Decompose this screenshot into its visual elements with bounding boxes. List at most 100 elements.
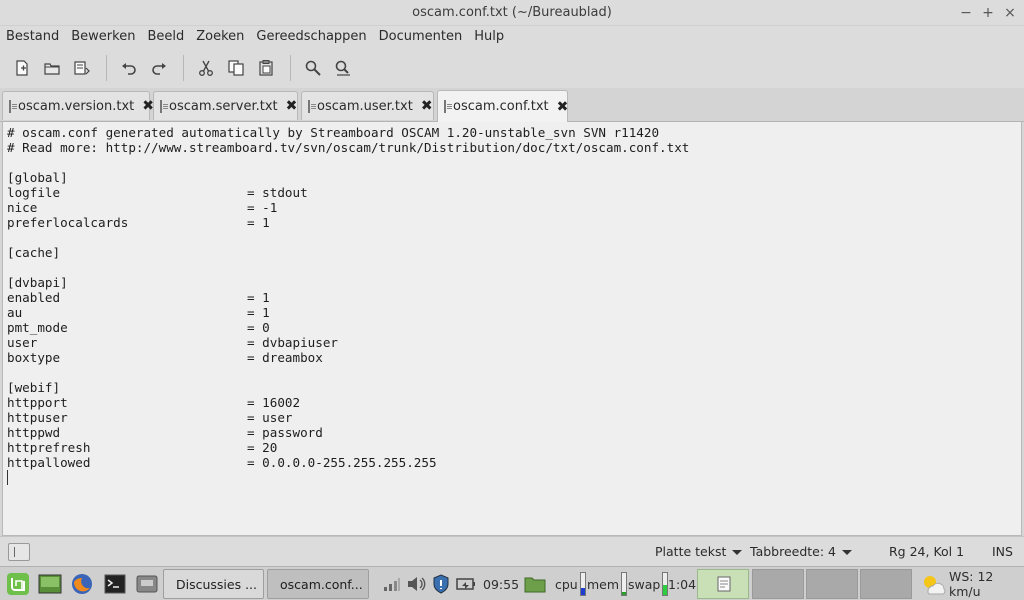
tab-label: oscam.conf.txt (453, 99, 549, 114)
config-value: = 1 (247, 290, 270, 305)
config-line: nice = -1 (7, 200, 1017, 215)
cpu-monitor[interactable]: cpu (555, 571, 588, 597)
toolbar-separator (183, 55, 184, 81)
tab-width-selector[interactable]: Tabbreedte: 4 (750, 544, 853, 559)
uptime[interactable]: 1:04 (668, 571, 696, 597)
cut-icon[interactable] (192, 54, 220, 82)
config-value: = 0 (247, 320, 270, 335)
mem-meter (621, 572, 628, 596)
config-line: enabled = 1 (7, 290, 1017, 305)
config-key: nice (7, 200, 38, 215)
section-header: [webif] (7, 380, 61, 395)
shield-icon[interactable] (432, 571, 450, 597)
cpu-meter (579, 572, 586, 596)
config-key: httprefresh (7, 440, 91, 455)
menu-bewerken[interactable]: Bewerken (71, 26, 135, 48)
mem-label: mem (587, 576, 620, 592)
config-key: enabled (7, 290, 61, 305)
window-title: oscam.conf.txt (~/Bureaublad) (412, 5, 612, 20)
menu-beeld[interactable]: Beeld (147, 26, 184, 48)
show-desktop-icon[interactable] (38, 571, 62, 597)
text-editor[interactable]: # oscam.conf generated automatically by … (2, 122, 1022, 536)
menu-gereedschappen[interactable]: Gereedschappen (256, 26, 366, 48)
tab-label: oscam.version.txt (18, 98, 135, 114)
battery-icon[interactable] (456, 571, 476, 597)
tab-oscam-user[interactable]: oscam.user.txt ✖ (301, 91, 434, 120)
syntax-selector[interactable]: Platte tekst (655, 544, 743, 559)
minimize-button[interactable]: − (956, 3, 976, 23)
window-titlebar[interactable]: oscam.conf.txt (~/Bureaublad) − + × (0, 0, 1024, 26)
menu-bestand[interactable]: Bestand (6, 26, 59, 48)
tab-oscam-conf[interactable]: oscam.conf.txt ✖ (437, 90, 568, 122)
empty-line (7, 155, 1017, 170)
workspace-1[interactable] (697, 569, 749, 599)
volume-icon[interactable] (407, 571, 427, 597)
new-document-icon[interactable] (8, 54, 36, 82)
save-icon[interactable] (68, 54, 96, 82)
config-value: = 0.0.0.0-255.255.255.255 (247, 455, 437, 470)
config-line: user = dvbapiuser (7, 335, 1017, 350)
status-bar: Platte tekst Tabbreedte: 4 Rg 24, Kol 1 … (0, 536, 1024, 566)
config-value: = 20 (247, 440, 278, 455)
files-launcher-icon[interactable] (136, 571, 158, 597)
insert-mode[interactable]: INS (992, 544, 1013, 559)
chevron-down-icon (842, 550, 853, 555)
cursor-position[interactable]: Rg 24, Kol 1 (889, 544, 964, 559)
menu-documenten[interactable]: Documenten (379, 26, 463, 48)
empty-line (7, 260, 1017, 275)
toolbar-separator (290, 55, 291, 81)
terminal-launcher-icon[interactable] (104, 571, 126, 597)
comment-line: # Read more: http://www.streamboard.tv/s… (7, 140, 690, 155)
config-line: httprefresh = 20 (7, 440, 1017, 455)
taskbar-task-firefox[interactable]: Discussies ... (163, 569, 264, 599)
open-icon[interactable] (38, 54, 66, 82)
text-file-icon (444, 100, 452, 113)
text-cursor (7, 470, 8, 485)
config-key: logfile (7, 185, 61, 200)
workspace-4[interactable] (860, 569, 912, 599)
config-key: httppwd (7, 425, 61, 440)
undo-icon[interactable] (115, 54, 143, 82)
config-key: au (7, 305, 23, 320)
workspace-2[interactable] (752, 569, 804, 599)
copy-icon[interactable] (222, 54, 250, 82)
tab-oscam-version[interactable]: oscam.version.txt ✖ (2, 91, 154, 120)
config-line: httpallowed = 0.0.0.0-255.255.255.255 (7, 455, 1017, 470)
toolbar (0, 48, 1024, 88)
paste-icon[interactable] (252, 54, 280, 82)
taskbar: Discussies ... oscam.conf... 09:55 cpu m… (0, 566, 1024, 600)
config-value: = 1 (247, 305, 270, 320)
tab-close-icon[interactable]: ✖ (278, 98, 298, 114)
firefox-launcher-icon[interactable] (70, 571, 94, 597)
find-replace-icon[interactable] (329, 54, 357, 82)
menu-zoeken[interactable]: Zoeken (196, 26, 244, 48)
redo-icon[interactable] (145, 54, 173, 82)
empty-line (7, 365, 1017, 380)
tab-close-icon[interactable]: ✖ (549, 99, 569, 115)
config-key: boxtype (7, 350, 61, 365)
find-icon[interactable] (299, 54, 327, 82)
config-key: pmt_mode (7, 320, 68, 335)
network-icon[interactable] (383, 571, 401, 597)
side-panel-toggle-icon[interactable] (8, 543, 30, 561)
menu-hulp[interactable]: Hulp (474, 26, 504, 48)
swap-monitor[interactable]: swap (628, 571, 670, 597)
tab-close-icon[interactable]: ✖ (413, 98, 433, 114)
mint-menu-icon[interactable] (6, 571, 30, 597)
memory-monitor[interactable]: mem (587, 571, 629, 597)
swap-label: swap (628, 576, 661, 592)
maximize-button[interactable]: + (978, 3, 998, 23)
config-value: = 16002 (247, 395, 301, 410)
weather-icon[interactable] (920, 571, 946, 597)
config-key: user (7, 335, 38, 350)
section-header: [global] (7, 170, 68, 185)
document-tabs: oscam.version.txt ✖ oscam.server.txt ✖ o… (0, 88, 1024, 122)
close-button[interactable]: × (1000, 3, 1020, 23)
tab-oscam-server[interactable]: oscam.server.txt ✖ (153, 91, 298, 120)
folder-icon[interactable] (524, 571, 546, 597)
clock[interactable]: 09:55 (483, 571, 519, 597)
tab-close-icon[interactable]: ✖ (134, 98, 154, 114)
weather-label[interactable]: WS: 12 km/u (949, 569, 1024, 599)
workspace-3[interactable] (806, 569, 858, 599)
taskbar-task-editor[interactable]: oscam.conf... (267, 569, 369, 599)
